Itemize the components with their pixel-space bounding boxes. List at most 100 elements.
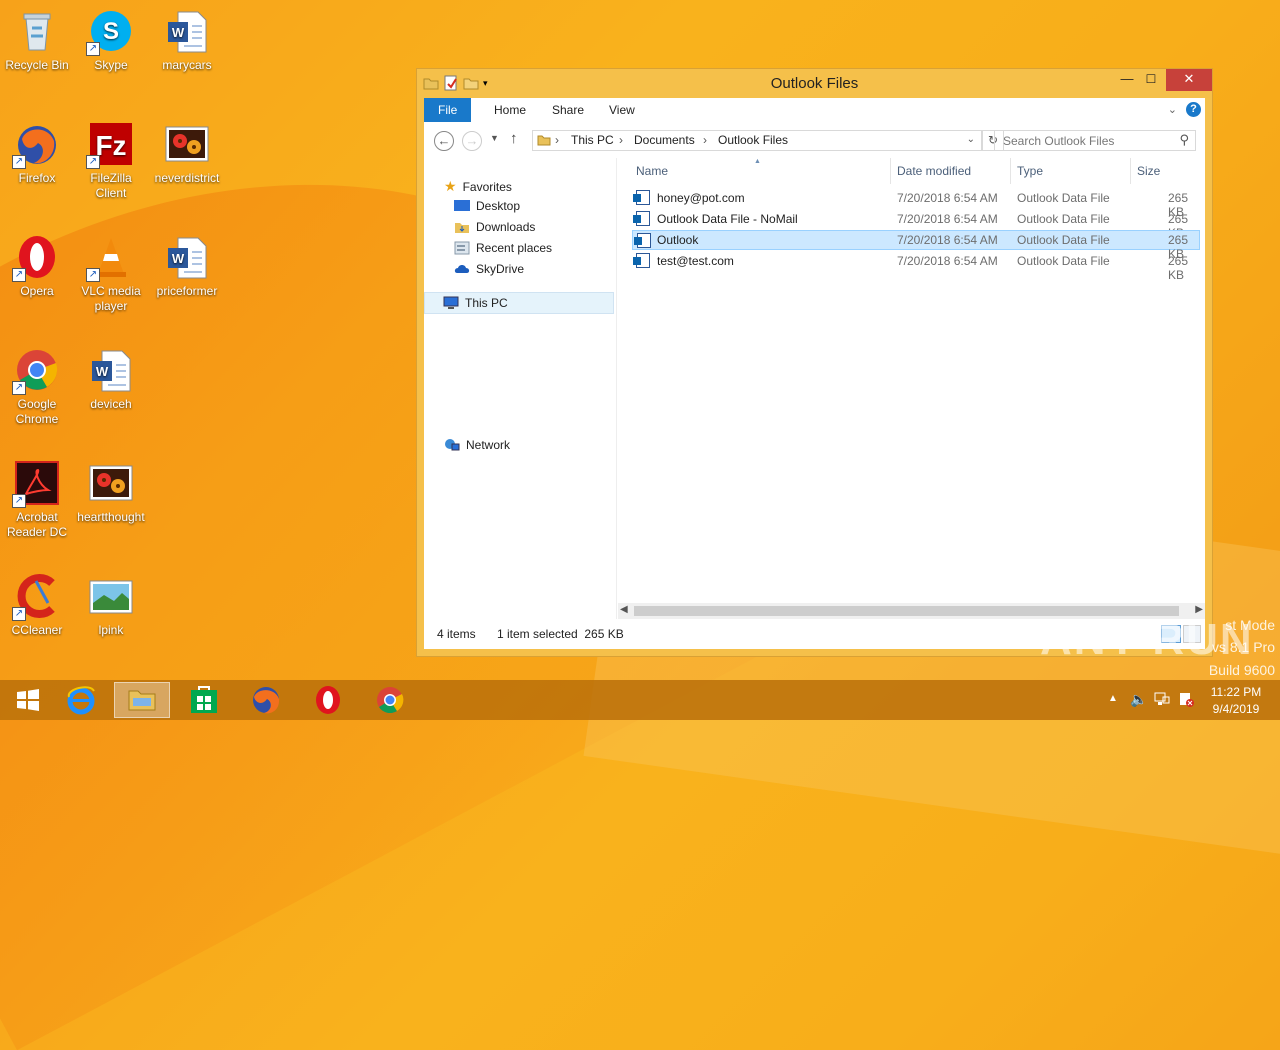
nav-item-label: Recent places: [476, 241, 553, 255]
file-date: 7/20/2018 6:54 AM: [897, 233, 998, 247]
back-arrow-icon[interactable]: ←: [434, 131, 454, 151]
column-header-type[interactable]: Type: [1017, 164, 1043, 178]
svg-text:W: W: [172, 251, 185, 266]
shortcut-arrow-icon: ↗: [86, 268, 100, 282]
desktop-icon-acrobat[interactable]: ↗ Acrobat Reader DC: [0, 460, 74, 540]
taskbar-store[interactable]: [176, 684, 232, 718]
search-box[interactable]: Search Outlook Files ⚲: [994, 130, 1196, 151]
acrobat-reader-icon: ↗: [12, 460, 60, 508]
file-explorer-icon: [127, 685, 157, 716]
close-button[interactable]: ✕: [1166, 69, 1212, 91]
network-tray-icon[interactable]: [1154, 691, 1170, 710]
desktop-icon-lpink[interactable]: lpink: [74, 573, 148, 638]
help-icon[interactable]: ?: [1186, 102, 1201, 117]
word-document-icon: W: [164, 234, 210, 280]
nav-item-skydrive[interactable]: SkyDrive: [454, 262, 524, 276]
word-document-icon: W: [88, 347, 134, 393]
breadcrumb-documents[interactable]: Documents: [634, 133, 695, 147]
desktop-icon-chrome[interactable]: ↗ Google Chrome: [0, 347, 74, 427]
desktop-icon-label: priceformer: [156, 284, 218, 298]
desktop-icon-skype[interactable]: S ↗ Skype: [74, 8, 148, 73]
selection-info: 1 item selected 265 KB: [497, 627, 624, 641]
file-row[interactable]: honey@pot.com 7/20/2018 6:54 AM Outlook …: [632, 188, 1200, 219]
desktop-icon-opera[interactable]: ↗ Opera: [0, 234, 74, 299]
pane-divider: [616, 158, 617, 619]
nav-item-downloads[interactable]: Downloads: [454, 220, 535, 234]
desktop-icon-neverdistrict[interactable]: neverdistrict: [150, 121, 224, 186]
ccleaner-icon: ↗: [12, 573, 60, 621]
file-name: honey@pot.com: [657, 191, 745, 205]
file-type: Outlook Data File: [1017, 212, 1110, 226]
address-bar[interactable]: › This PC › Documents › Outlook Files ⌄: [532, 130, 982, 151]
scroll-right-icon[interactable]: ▶: [1195, 604, 1203, 615]
desktop-icon-ccleaner[interactable]: ↗ CCleaner: [0, 573, 74, 638]
scroll-left-icon[interactable]: ◀: [620, 604, 628, 615]
desktop-icon-vlc[interactable]: ↗ VLC media player: [74, 234, 148, 314]
nav-item-label: SkyDrive: [476, 262, 525, 276]
chrome-icon: [375, 685, 405, 718]
tab-file[interactable]: File: [424, 98, 472, 122]
file-row-selected[interactable]: Outlook 7/20/2018 6:54 AM Outlook Data F…: [632, 230, 1200, 261]
nav-item-recent-places[interactable]: Recent places: [454, 241, 552, 255]
desktop-icon-recycle-bin[interactable]: Recycle Bin: [0, 8, 74, 73]
svg-text:Fz: Fz: [95, 130, 126, 161]
downloads-icon: [454, 220, 470, 234]
clock-date[interactable]: 9/4/2019: [1206, 702, 1266, 716]
nav-item-desktop[interactable]: Desktop: [454, 199, 520, 213]
nav-this-pc[interactable]: This PC: [424, 292, 614, 314]
search-icon[interactable]: ⚲: [1179, 132, 1189, 148]
search-input[interactable]: Search Outlook Files: [1003, 134, 1114, 148]
desktop-icon-firefox[interactable]: ↗ Firefox: [0, 121, 74, 186]
column-header-name[interactable]: Name: [636, 164, 668, 178]
file-row[interactable]: test@test.com 7/20/2018 6:54 AM Outlook …: [632, 251, 1200, 282]
shortcut-arrow-icon: ↗: [12, 155, 26, 169]
clock-time[interactable]: 11:22 PM: [1206, 685, 1266, 699]
address-dropdown-icon[interactable]: ⌄: [967, 134, 975, 145]
up-arrow-icon[interactable]: ↑: [510, 130, 518, 147]
tab-share[interactable]: Share: [538, 98, 598, 122]
file-date: 7/20/2018 6:54 AM: [897, 191, 998, 205]
volume-icon[interactable]: 🔈: [1130, 691, 1147, 708]
desktop-icon-marycars[interactable]: W marycars: [150, 8, 224, 73]
shortcut-arrow-icon: ↗: [86, 42, 100, 56]
recent-locations-icon[interactable]: ▼: [490, 133, 499, 143]
tab-home[interactable]: Home: [480, 98, 540, 122]
tab-view[interactable]: View: [595, 98, 649, 122]
column-header-date[interactable]: Date modified: [897, 164, 971, 178]
taskbar-file-explorer[interactable]: [114, 682, 170, 718]
word-document-icon: W: [164, 8, 210, 54]
test-mode-text: st Mode: [1225, 617, 1275, 633]
taskbar-internet-explorer[interactable]: [53, 684, 109, 718]
filezilla-icon: Fz ↗: [86, 121, 134, 169]
forward-arrow-icon[interactable]: →: [462, 131, 482, 151]
start-button[interactable]: [0, 684, 56, 718]
shortcut-arrow-icon: ↗: [12, 268, 26, 282]
action-center-icon[interactable]: [1178, 691, 1194, 710]
title-bar[interactable]: ▾ Outlook Files — ☐ ✕: [417, 69, 1212, 99]
window-title: Outlook Files: [770, 75, 859, 92]
taskbar-opera[interactable]: [300, 684, 356, 718]
breadcrumb-outlook-files[interactable]: Outlook Files: [718, 133, 788, 147]
taskbar-firefox[interactable]: [238, 684, 294, 718]
maximize-button[interactable]: ☐: [1136, 69, 1166, 91]
shortcut-arrow-icon: ↗: [12, 381, 26, 395]
desktop-icon-label: heartthought: [77, 510, 145, 524]
show-hidden-icons[interactable]: ▲: [1108, 693, 1118, 704]
desktop-icon-filezilla[interactable]: Fz ↗ FileZilla Client: [74, 121, 148, 201]
nav-network[interactable]: Network: [444, 438, 510, 452]
desktop-icon-label: Skype: [94, 58, 128, 72]
breadcrumb-this-pc[interactable]: This PC: [571, 133, 614, 147]
desktop-icon-priceformer[interactable]: W priceformer: [150, 234, 224, 299]
desktop-icon-label: Google Chrome: [15, 397, 59, 426]
nav-favorites[interactable]: ★ Favorites: [444, 178, 512, 195]
column-header-size[interactable]: Size: [1137, 164, 1160, 178]
desktop-icon-heartthought[interactable]: heartthought: [74, 460, 148, 525]
explorer-window: ▾ Outlook Files — ☐ ✕ File Home Share Vi…: [416, 68, 1213, 657]
ribbon-expand-icon[interactable]: ⌄: [1168, 103, 1177, 116]
taskbar-chrome[interactable]: [362, 684, 418, 718]
file-row[interactable]: Outlook Data File - NoMail 7/20/2018 6:5…: [632, 209, 1200, 240]
outlook-data-file-icon: [633, 190, 650, 205]
desktop-icon-deviceh[interactable]: W deviceh: [74, 347, 148, 412]
chrome-icon: ↗: [12, 347, 60, 395]
nav-this-pc-label: This PC: [465, 296, 508, 310]
